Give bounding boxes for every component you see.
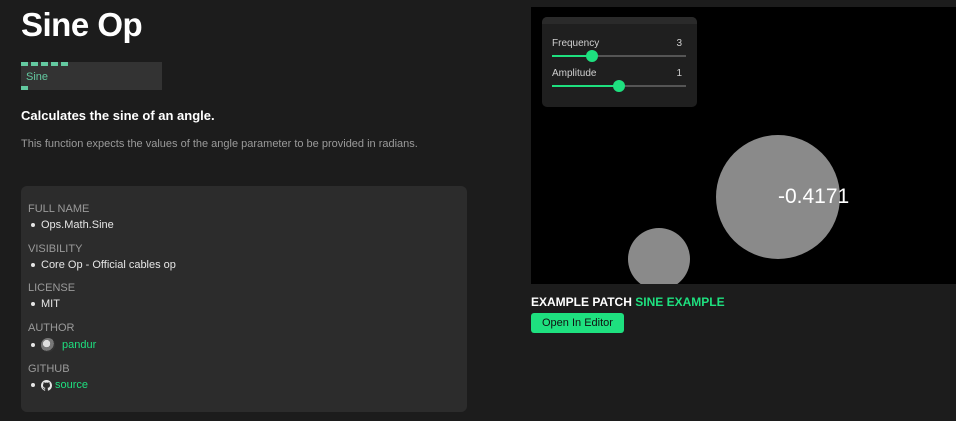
github-source-link[interactable]: source (55, 379, 88, 391)
example-patch-prefix: EXAMPLE PATCH (531, 295, 632, 309)
op-node-preview: Sine (21, 62, 162, 90)
bullet (31, 302, 35, 306)
amplitude-value: 1 (676, 68, 682, 79)
frequency-label: Frequency (552, 38, 600, 49)
frequency-value: 3 (676, 38, 682, 49)
full-name-heading: FULL NAME (28, 203, 90, 215)
github-item: source (28, 379, 88, 391)
amplitude-knob[interactable] (613, 80, 625, 92)
full-name-item: Ops.Math.Sine (28, 219, 114, 231)
bullet (31, 223, 35, 227)
author-item: pandur (28, 338, 96, 352)
op-summary: Calculates the sine of an angle. (21, 108, 215, 123)
license-value: MIT (41, 298, 60, 310)
example-patch-link[interactable]: SINE EXAMPLE (635, 295, 724, 309)
license-item: MIT (28, 298, 75, 310)
author-section: AUTHOR pandur (28, 322, 96, 352)
sine-output-value: -0.4171 (778, 185, 850, 208)
page-title: Sine Op (21, 6, 143, 43)
author-link[interactable]: pandur (62, 339, 96, 351)
amplitude-track[interactable] (552, 80, 686, 92)
op-info-box: FULL NAME Ops.Math.Sine VISIBILITY Core … (21, 186, 467, 412)
input-port (61, 62, 68, 66)
example-patch-line: EXAMPLE PATCH SINE EXAMPLE (531, 295, 725, 309)
license-heading: LICENSE (28, 282, 76, 294)
license-section: LICENSE MIT (28, 282, 75, 310)
parameter-panel: Frequency 3 Amplitude 1 (542, 17, 697, 107)
frequency-track[interactable] (552, 50, 686, 62)
input-port (21, 62, 28, 66)
parameter-panel-header (542, 17, 697, 24)
frequency-knob[interactable] (586, 50, 599, 62)
bullet (31, 263, 35, 267)
input-port (31, 62, 38, 66)
op-description: This function expects the values of the … (21, 138, 418, 150)
github-icon (41, 379, 52, 391)
visibility-item: Core Op - Official cables op (28, 259, 176, 271)
bullet (31, 383, 35, 387)
op-node-label: Sine (26, 71, 49, 83)
amplitude-fill (552, 85, 619, 87)
input-port (51, 62, 58, 66)
small-circle (628, 228, 690, 284)
full-name-section: FULL NAME Ops.Math.Sine (28, 203, 114, 231)
input-port (41, 62, 48, 66)
github-section: GITHUB source (28, 363, 88, 391)
example-preview-canvas[interactable]: Frequency 3 Amplitude 1 -0.4171 (531, 7, 956, 284)
visibility-value: Core Op - Official cables op (41, 259, 176, 271)
author-avatar[interactable] (41, 338, 55, 352)
visibility-heading: VISIBILITY (28, 243, 83, 255)
output-port (21, 86, 28, 90)
full-name-value: Ops.Math.Sine (41, 219, 114, 231)
visibility-section: VISIBILITY Core Op - Official cables op (28, 243, 176, 271)
github-heading: GITHUB (28, 363, 70, 375)
open-in-editor-button[interactable]: Open In Editor (531, 313, 624, 333)
bullet (31, 343, 35, 347)
input-ports (21, 62, 68, 66)
author-heading: AUTHOR (28, 322, 75, 334)
amplitude-label: Amplitude (552, 68, 597, 79)
